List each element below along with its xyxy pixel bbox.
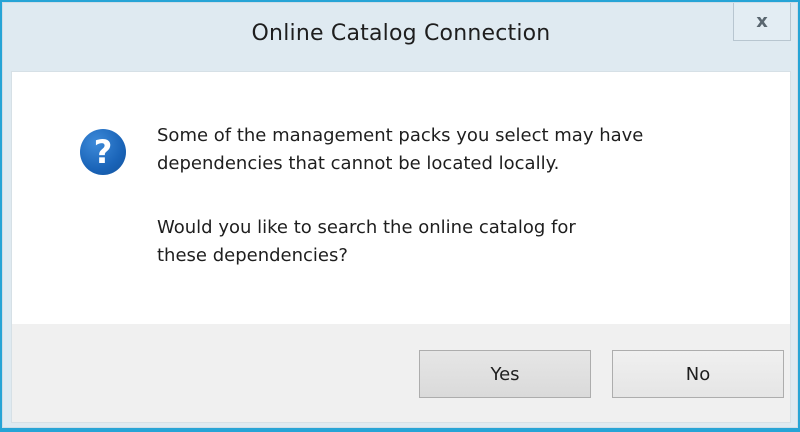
message-panel: ? Some of the management packs you selec…: [12, 72, 790, 324]
dialog-frame: Online Catalog Connection x ? Some of th…: [2, 2, 798, 428]
question-line-1: Would you like to search the online cata…: [157, 217, 576, 238]
question-line-2: these dependencies?: [157, 245, 348, 266]
question-icon: ?: [80, 129, 126, 175]
message-line-1: Some of the management packs you select …: [157, 125, 644, 146]
no-button[interactable]: No: [612, 350, 784, 398]
dialog-window: Online Catalog Connection x ? Some of th…: [0, 0, 800, 432]
yes-button[interactable]: Yes: [419, 350, 591, 398]
dialog-content: ? Some of the management packs you selec…: [11, 71, 791, 423]
question-text: Would you like to search the online cata…: [157, 214, 757, 270]
close-button[interactable]: x: [733, 3, 791, 41]
dialog-title: Online Catalog Connection: [251, 21, 551, 46]
message-text: Some of the management packs you select …: [157, 122, 757, 178]
title-bar[interactable]: Online Catalog Connection x: [3, 3, 799, 71]
message-line-2: dependencies that cannot be located loca…: [157, 153, 560, 174]
close-icon: x: [756, 10, 768, 32]
button-bar: Yes No: [12, 324, 790, 422]
